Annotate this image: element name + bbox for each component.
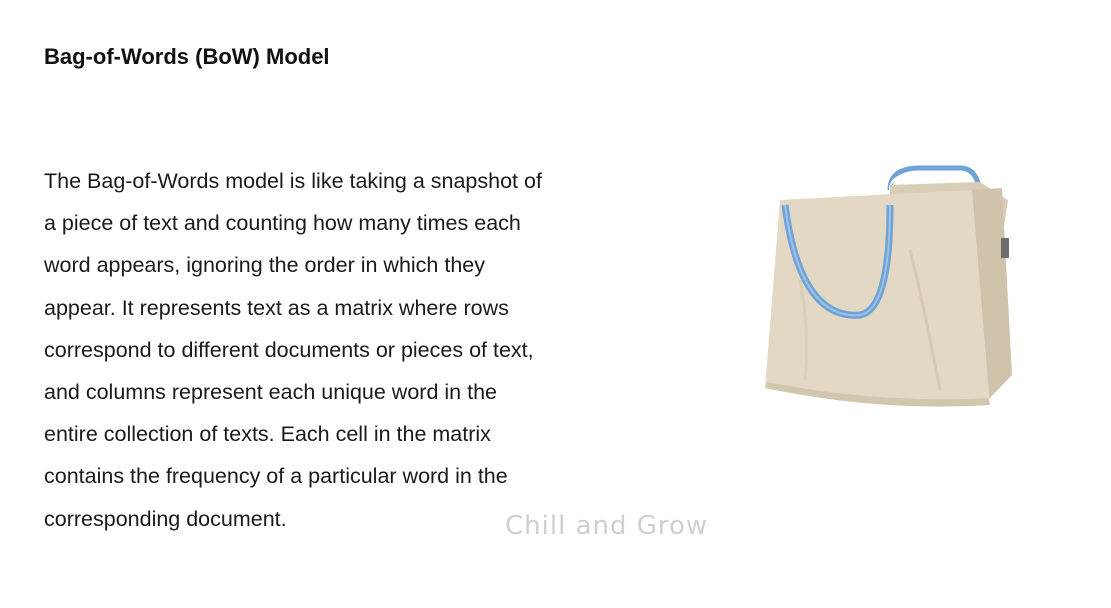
body-line: a piece of text and counting how many ti… [44,211,521,236]
body-line: contains the frequency of a particular w… [44,464,508,489]
body-line: correspond to different documents or pie… [44,337,534,362]
tote-bag-icon [740,160,1030,430]
body-line: The Bag-of-Words model is like taking a … [44,169,542,193]
body-line: and columns represent each unique word i… [44,380,497,405]
body-line: word appears, ignoring the order in whic… [44,253,486,278]
slide-title: Bag-of-Words (BoW) Model [44,44,330,69]
watermark-text: Chill and Grow [505,511,709,541]
slide-body-text: The Bag-of-Words model is like taking a … [44,160,604,540]
slide: Bag-of-Words (BoW) Model The Bag-of-Word… [0,0,1111,608]
body-line: appear. It represents text as a matrix w… [44,295,509,320]
body-line: entire collection of texts. Each cell in… [44,422,491,447]
